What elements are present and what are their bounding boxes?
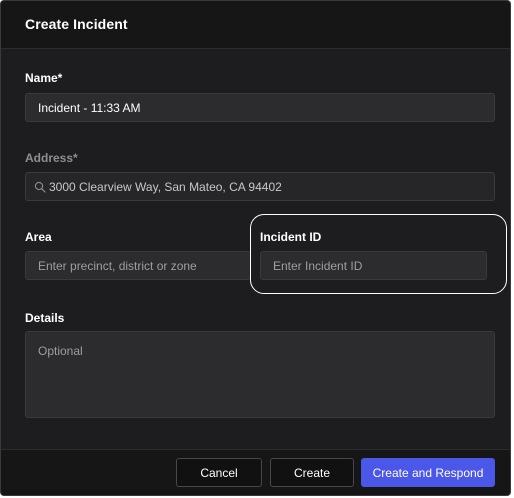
name-value: Incident - 11:33 AM [38,100,141,115]
details-placeholder: Optional [38,344,83,358]
name-field[interactable]: Incident - 11:33 AM [25,93,495,122]
area-placeholder: Enter precinct, district or zone [38,258,197,273]
search-icon [34,181,46,193]
address-label: Address* [25,151,78,165]
incident-id-highlight [250,214,507,294]
dialog-footer: Cancel Create Create and Respond [1,449,510,495]
name-label: Name* [25,71,63,85]
area-label: Area [25,230,52,244]
details-textarea[interactable]: Optional [25,331,495,418]
address-field[interactable]: 3000 Clearview Way, San Mateo, CA 94402 [25,172,495,201]
create-button[interactable]: Create [270,458,354,487]
create-incident-dialog: Create Incident Name* Incident - 11:33 A… [0,0,511,496]
cancel-button-label: Cancel [200,465,238,480]
details-label: Details [25,311,65,325]
dialog-title: Create Incident [25,16,128,32]
dialog-header: Create Incident [1,1,510,49]
area-field[interactable]: Enter precinct, district or zone [25,251,251,280]
create-button-label: Create [293,465,331,480]
address-value: 3000 Clearview Way, San Mateo, CA 94402 [49,179,282,194]
create-and-respond-button-label: Create and Respond [372,465,484,480]
create-and-respond-button[interactable]: Create and Respond [361,458,495,487]
cancel-button[interactable]: Cancel [176,458,262,487]
